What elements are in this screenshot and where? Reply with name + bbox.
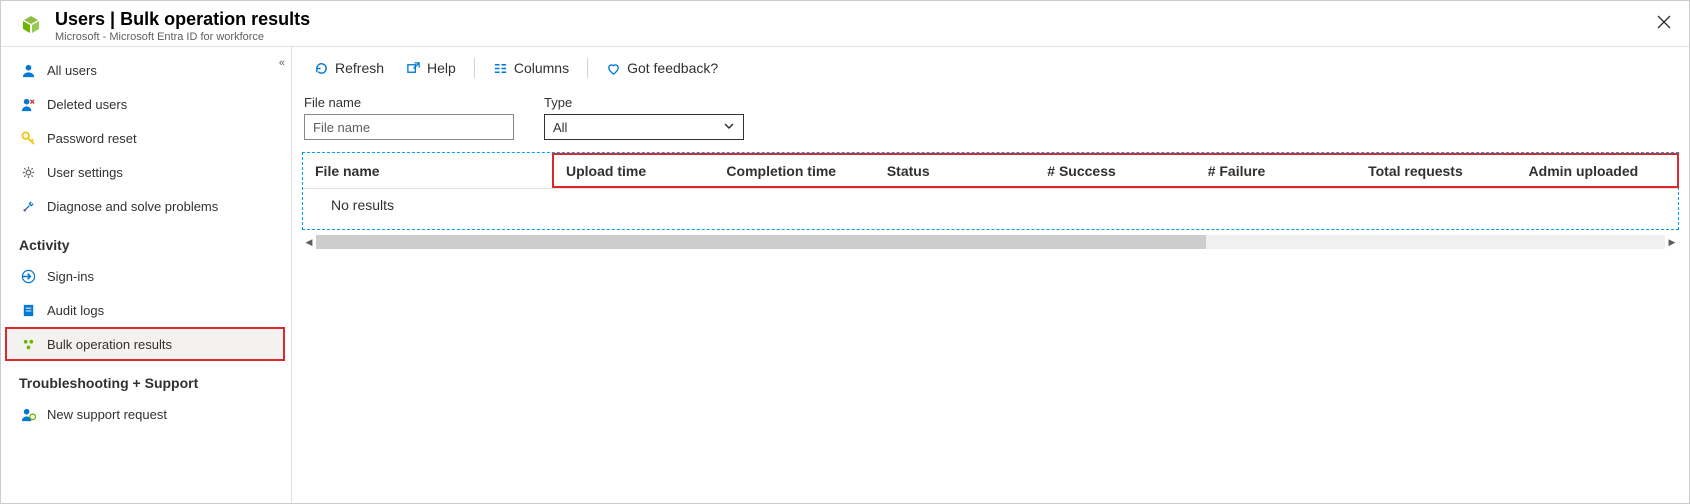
sidebar-item-label: User settings [47, 165, 123, 180]
scroll-track[interactable] [316, 235, 1665, 249]
scroll-thumb[interactable] [316, 235, 1206, 249]
column-header[interactable]: Upload time [554, 163, 714, 179]
wrench-icon [19, 197, 37, 215]
column-header[interactable]: Completion time [714, 163, 874, 179]
type-label: Type [544, 95, 744, 110]
filters: File name Type All [292, 89, 1689, 152]
highlighted-columns: Upload time Completion time Status # Suc… [552, 153, 1679, 188]
sidebar-item-bulk-results[interactable]: Bulk operation results [5, 327, 285, 361]
heart-icon [606, 61, 621, 76]
feedback-label: Got feedback? [627, 60, 718, 76]
gear-icon [19, 163, 37, 181]
column-header[interactable]: Status [875, 163, 1035, 179]
sidebar: « All users Deleted users Password reset… [1, 47, 292, 503]
column-header[interactable]: File name [303, 163, 553, 179]
refresh-button[interactable]: Refresh [304, 56, 394, 80]
column-header[interactable]: # Success [1035, 163, 1195, 179]
signin-icon [19, 267, 37, 285]
sidebar-item-label: All users [47, 63, 97, 78]
columns-label: Columns [514, 60, 569, 76]
key-icon [19, 129, 37, 147]
toolbar-separator [587, 58, 588, 78]
collapse-sidebar-button[interactable]: « [279, 57, 283, 69]
page-title: Users | Bulk operation results [55, 9, 310, 31]
column-header[interactable]: Total requests [1356, 163, 1516, 179]
section-troubleshooting: Troubleshooting + Support [1, 361, 291, 397]
type-value: All [553, 120, 567, 135]
columns-button[interactable]: Columns [483, 56, 579, 80]
sidebar-item-label: Sign-ins [47, 269, 94, 284]
results-table: File name Upload time Completion time St… [302, 152, 1679, 230]
sidebar-item-diagnose[interactable]: Diagnose and solve problems [1, 189, 291, 223]
sidebar-item-new-support[interactable]: New support request [1, 397, 291, 431]
chevron-down-icon [723, 120, 735, 135]
sidebar-item-password-reset[interactable]: Password reset [1, 121, 291, 155]
sidebar-item-label: New support request [47, 407, 167, 422]
columns-icon [493, 61, 508, 76]
close-button[interactable] [1653, 11, 1675, 33]
column-header[interactable]: Admin uploaded [1517, 163, 1677, 179]
sidebar-item-all-users[interactable]: All users [1, 53, 291, 87]
bulk-icon [19, 335, 37, 353]
user-remove-icon [19, 95, 37, 113]
toolbar-separator [474, 58, 475, 78]
refresh-icon [314, 61, 329, 76]
sidebar-item-label: Password reset [47, 131, 137, 146]
scroll-right-button[interactable]: ▶ [1665, 235, 1679, 249]
filename-input[interactable] [304, 114, 514, 140]
filename-label: File name [304, 95, 514, 110]
log-icon [19, 301, 37, 319]
sidebar-item-label: Bulk operation results [47, 337, 172, 352]
sidebar-item-label: Deleted users [47, 97, 127, 112]
section-activity: Activity [1, 223, 291, 259]
support-icon [19, 405, 37, 423]
type-select[interactable]: All [544, 114, 744, 140]
horizontal-scrollbar: ◀ ▶ [292, 234, 1689, 250]
refresh-label: Refresh [335, 60, 384, 76]
sidebar-item-label: Diagnose and solve problems [47, 199, 218, 214]
blade-header: Users | Bulk operation results Microsoft… [1, 1, 1689, 47]
scroll-left-button[interactable]: ◀ [302, 235, 316, 249]
table-header-row: File name Upload time Completion time St… [303, 153, 1678, 189]
page-subtitle: Microsoft - Microsoft Entra ID for workf… [55, 31, 310, 43]
help-label: Help [427, 60, 456, 76]
sidebar-item-deleted-users[interactable]: Deleted users [1, 87, 291, 121]
header-icon [15, 11, 47, 43]
external-link-icon [406, 61, 421, 76]
column-header[interactable]: # Failure [1196, 163, 1356, 179]
feedback-button[interactable]: Got feedback? [596, 56, 728, 80]
toolbar: Refresh Help Columns Got feedback [292, 47, 1689, 89]
no-results-text: No results [303, 189, 1678, 229]
help-button[interactable]: Help [396, 56, 466, 80]
sidebar-item-user-settings[interactable]: User settings [1, 155, 291, 189]
user-icon [19, 61, 37, 79]
sidebar-item-label: Audit logs [47, 303, 104, 318]
sidebar-item-sign-ins[interactable]: Sign-ins [1, 259, 291, 293]
main-content: Refresh Help Columns Got feedback [292, 47, 1689, 503]
sidebar-item-audit-logs[interactable]: Audit logs [1, 293, 291, 327]
